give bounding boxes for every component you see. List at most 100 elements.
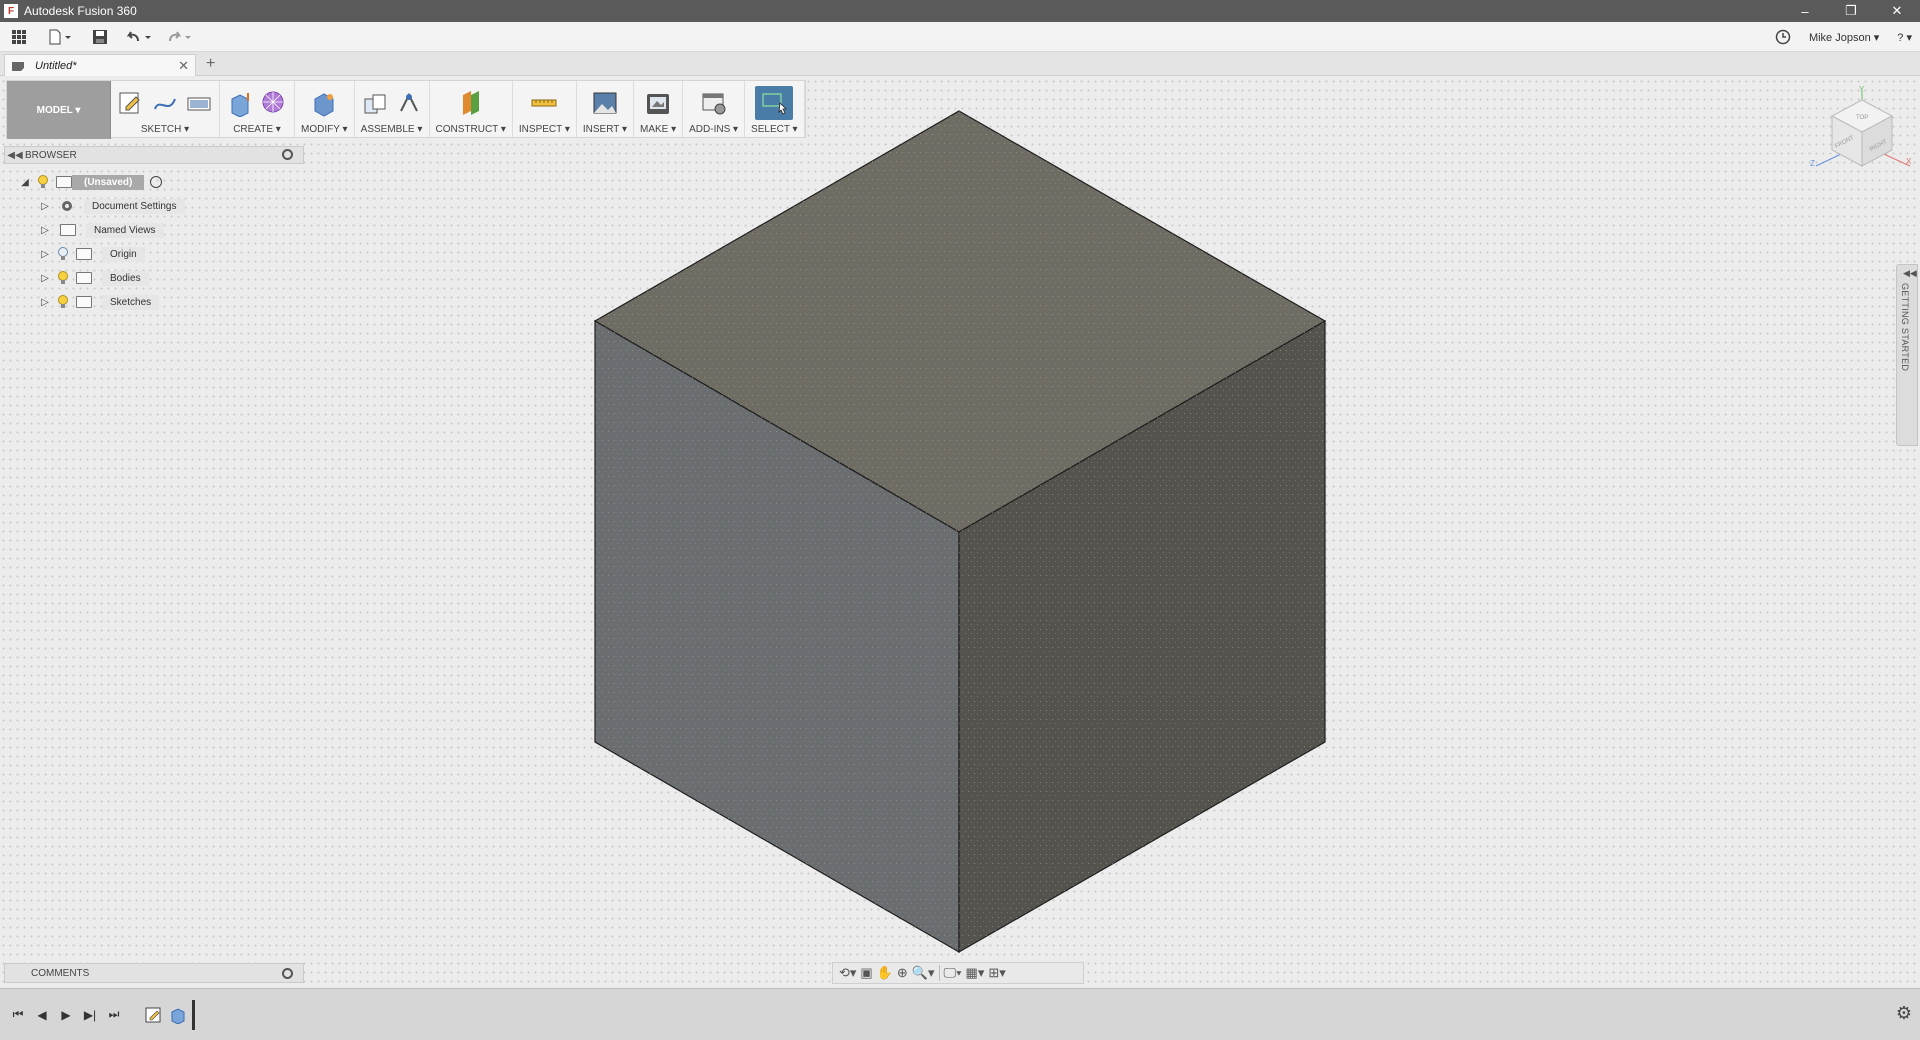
viewports-icon[interactable]: ⊞▾	[988, 965, 1005, 981]
job-status-clock-icon[interactable]	[1775, 29, 1791, 45]
restore-button[interactable]: ❐	[1828, 0, 1874, 22]
press-pull-icon[interactable]	[310, 89, 338, 117]
user-account-menu[interactable]: Mike Jopson ▾	[1809, 31, 1879, 44]
visibility-bulb-icon[interactable]	[56, 271, 70, 285]
grid-icon	[12, 29, 26, 44]
extrude-icon[interactable]	[226, 89, 254, 117]
browser-item-label: Origin	[102, 246, 145, 262]
look-at-icon[interactable]: ▣	[860, 965, 872, 981]
getting-started-label: GETTING STARTED	[1900, 283, 1910, 372]
browser-item-origin[interactable]: ▷ Origin	[38, 244, 145, 264]
joint-icon[interactable]	[395, 89, 423, 117]
fusion-app-icon[interactable]: F	[4, 4, 18, 18]
timeline-settings-gear-icon[interactable]: ⚙	[1896, 1003, 1912, 1024]
data-panel-button[interactable]	[0, 22, 38, 52]
play-icon[interactable]: ▶	[54, 1003, 78, 1027]
expand-icon[interactable]: ▷	[38, 295, 52, 309]
close-window-button[interactable]: ✕	[1874, 0, 1920, 22]
redo-icon	[169, 30, 191, 41]
expand-icon[interactable]: ▷	[38, 271, 52, 285]
measure-icon[interactable]	[530, 89, 558, 117]
display-settings-icon[interactable]: 🖵▾	[944, 965, 962, 981]
orbit-icon[interactable]: ⟲▾	[839, 965, 856, 981]
visibility-bulb-icon[interactable]	[36, 175, 50, 189]
workspace-switcher[interactable]: MODEL ▾	[7, 81, 111, 139]
activate-component-icon[interactable]	[150, 176, 163, 188]
browser-item-label: Bodies	[102, 270, 149, 286]
assemble-group[interactable]: ASSEMBLE ▾	[355, 81, 430, 137]
step-forward-icon[interactable]: ▶|	[78, 1003, 102, 1027]
save-button[interactable]	[82, 22, 118, 52]
construct-group[interactable]: CONSTRUCT ▾	[430, 81, 513, 137]
new-component-icon[interactable]	[361, 89, 389, 117]
offset-plane-icon[interactable]	[457, 89, 485, 117]
browser-collapse-icon[interactable]: ◀◀	[5, 150, 25, 161]
timeline-sketch-feature-icon[interactable]	[142, 1003, 166, 1027]
add-ins-group[interactable]: ADD-INS ▾	[683, 81, 746, 137]
stop-sketch-icon[interactable]	[185, 89, 213, 117]
new-tab-button[interactable]: +	[206, 55, 215, 73]
scripts-addins-icon[interactable]	[700, 89, 728, 117]
browser-item-bodies[interactable]: ▷ Bodies	[38, 268, 149, 288]
browser-root-row[interactable]: ◢ (Unsaved)	[18, 172, 163, 192]
axis-z-label: Z	[1810, 159, 1815, 168]
grid-settings-icon[interactable]: ▦▾	[966, 965, 985, 981]
form-icon[interactable]	[260, 89, 288, 117]
browser-pin-icon[interactable]	[282, 149, 293, 160]
quick-access-toolbar: Mike Jopson ▾ ? ▾	[0, 22, 1920, 52]
pan-hand-icon[interactable]: ✋	[877, 965, 893, 981]
browser-root-label[interactable]: (Unsaved)	[72, 174, 145, 190]
getting-started-panel-tab[interactable]: ◀◀ GETTING STARTED	[1896, 264, 1918, 446]
view-cube[interactable]: TOP FRONT RIGHT Y Z X	[1806, 85, 1916, 186]
qat-right-group: Mike Jopson ▾ ? ▾	[1775, 22, 1912, 52]
folder-icon	[60, 224, 76, 236]
modify-group[interactable]: MODIFY ▾	[295, 81, 355, 137]
browser-item-document-settings[interactable]: ▷ Document Settings	[38, 196, 185, 216]
comments-panel[interactable]: COMMENTS	[4, 963, 304, 983]
timeline-extrude-feature-icon[interactable]	[166, 1003, 190, 1027]
expand-icon[interactable]: ▷	[38, 223, 52, 237]
create-sketch-icon[interactable]	[117, 89, 145, 117]
add-comment-icon[interactable]	[282, 968, 293, 979]
expand-icon[interactable]: ▷	[38, 199, 52, 213]
cube-body[interactable]	[0, 77, 1920, 988]
redo-button[interactable]	[160, 22, 202, 52]
3d-print-icon[interactable]	[644, 89, 672, 117]
step-back-icon[interactable]: ◀	[30, 1003, 54, 1027]
expand-icon[interactable]: ▷	[38, 247, 52, 261]
expand-arrow-icon: ◀◀	[1903, 268, 1917, 278]
zoom-window-icon[interactable]: 🔍▾	[912, 965, 935, 981]
insert-group[interactable]: INSERT ▾	[577, 81, 634, 137]
go-to-end-icon[interactable]: ⏭	[102, 1003, 126, 1027]
zoom-icon[interactable]: ⊕	[897, 965, 908, 981]
model-canvas[interactable]	[0, 77, 1920, 988]
browser-item-label: Document Settings	[84, 198, 185, 214]
visibility-bulb-off-icon[interactable]	[56, 247, 70, 261]
sketch-group-label: SKETCH ▾	[140, 124, 190, 135]
insert-image-icon[interactable]	[591, 89, 619, 117]
select-icon[interactable]	[755, 86, 794, 120]
browser-item-sketches[interactable]: ▷ Sketches	[38, 292, 160, 312]
make-group[interactable]: MAKE ▾	[634, 81, 684, 137]
sketch-group[interactable]: SKETCH ▾	[111, 81, 220, 137]
assemble-group-label: ASSEMBLE ▾	[360, 124, 423, 135]
axis-y-label: Y	[1859, 86, 1865, 94]
navigation-bar: ⟲▾ ▣ ✋ ⊕ 🔍▾ 🖵▾ ▦▾ ⊞▾	[832, 962, 1084, 984]
file-menu-button[interactable]	[38, 22, 82, 52]
timeline-marker[interactable]	[192, 999, 195, 1030]
go-to-start-icon[interactable]: ⏮	[6, 1003, 30, 1027]
visibility-bulb-icon[interactable]	[56, 295, 70, 309]
help-menu[interactable]: ? ▾	[1897, 31, 1912, 44]
select-group[interactable]: SELECT ▾	[745, 81, 805, 137]
document-tab[interactable]: Untitled* ✕	[4, 54, 196, 76]
folder-icon	[76, 248, 92, 260]
browser-item-named-views[interactable]: ▷ Named Views	[38, 220, 164, 240]
inspect-group[interactable]: INSPECT ▾	[513, 81, 577, 137]
create-group[interactable]: CREATE ▾	[220, 81, 295, 137]
minimize-button[interactable]: –	[1782, 0, 1828, 22]
document-tab-bar: Untitled* ✕ +	[0, 52, 1920, 76]
undo-button[interactable]	[118, 22, 160, 52]
collapse-root-icon[interactable]: ◢	[18, 175, 32, 189]
close-tab-button[interactable]: ✕	[178, 58, 189, 74]
line-sketch-icon[interactable]	[151, 89, 179, 117]
